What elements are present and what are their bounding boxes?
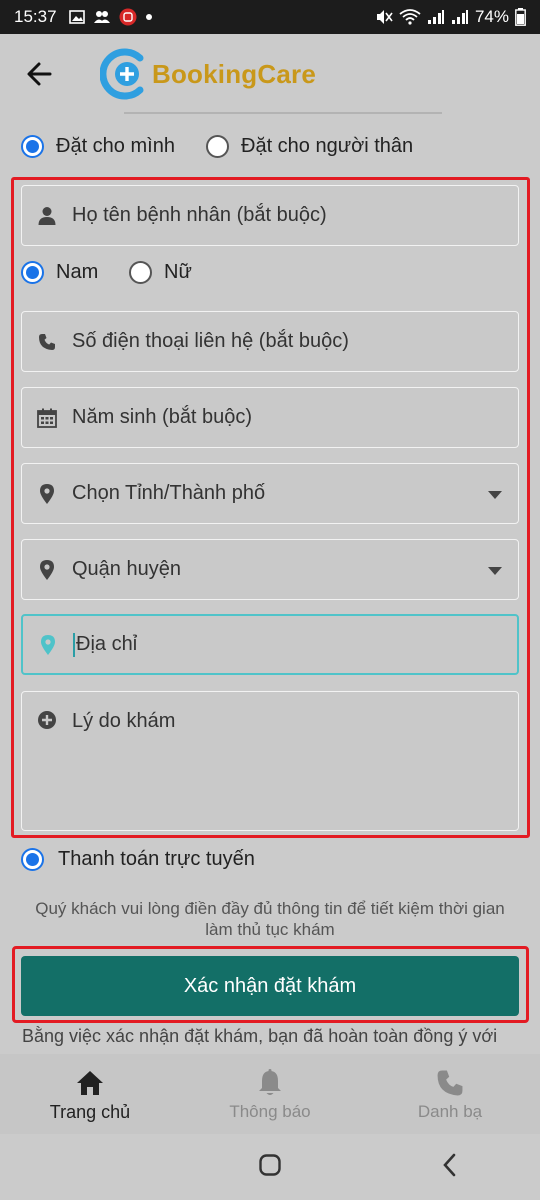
status-right: 74% <box>375 7 526 27</box>
chevron-left-icon <box>443 1153 456 1176</box>
back-button[interactable] <box>22 56 58 92</box>
signal-icon <box>427 10 444 24</box>
notification-icons <box>68 8 153 26</box>
gender-male-label: Nam <box>56 261 99 283</box>
gender-male-radio[interactable] <box>21 261 44 284</box>
home-icon <box>76 1066 104 1100</box>
birth-year-placeholder: Năm sinh (bắt buộc) <box>72 406 253 428</box>
app-header: BookingCare <box>0 34 540 114</box>
phone-icon <box>436 1066 464 1100</box>
tab-notifications-label: Thông báo <box>229 1102 311 1121</box>
app-logo: BookingCare <box>100 48 316 100</box>
province-label: Chọn Tỉnh/Thành phố <box>72 482 266 504</box>
tab-home-label: Trang chủ <box>49 1101 131 1122</box>
reason-placeholder: Lý do khám <box>72 710 176 732</box>
signal-2-icon <box>451 10 468 24</box>
phone-field[interactable]: Số điện thoại liên hệ (bắt buộc) <box>21 311 519 372</box>
payment-online-radio[interactable] <box>21 848 44 871</box>
reason-textarea[interactable]: Lý do khám <box>21 691 519 831</box>
recent-apps-button[interactable] <box>79 1154 101 1181</box>
district-select[interactable]: Quận huyện <box>21 539 519 600</box>
chevron-down-icon <box>488 567 502 575</box>
battery-percent: 74% <box>474 7 509 26</box>
mute-icon <box>376 10 393 24</box>
birth-year-field[interactable]: Năm sinh (bắt buộc) <box>21 387 519 448</box>
text-cursor <box>73 632 75 657</box>
gender-female-option[interactable]: Nữ <box>129 261 192 284</box>
battery-icon <box>515 8 526 26</box>
arrow-left-icon <box>27 62 52 86</box>
plus-circle-icon <box>36 710 58 730</box>
gallery-icon <box>68 10 85 24</box>
booking-form-screen: Đặt cho mình Đặt cho người thân Họ tên b… <box>0 114 540 1054</box>
gender-male-option[interactable]: Nam <box>21 261 98 284</box>
booking-for-relative-option[interactable]: Đặt cho người thân <box>206 135 413 158</box>
person-icon <box>36 206 58 226</box>
booking-for-self-option[interactable]: Đặt cho mình <box>21 135 175 158</box>
confirm-booking-button[interactable]: Xác nhận đặt khám <box>21 956 519 1016</box>
gender-female-label: Nữ <box>164 261 192 283</box>
status-time: 15:37 <box>14 7 57 26</box>
location-pin-icon <box>36 559 58 580</box>
district-label: Quận huyện <box>72 558 181 580</box>
bell-icon <box>257 1066 283 1100</box>
wifi-icon <box>399 9 421 25</box>
back-nav-button[interactable] <box>439 1153 461 1182</box>
terms-text: Bằng việc xác nhận đặt khám, bạn đã hoàn… <box>22 1026 498 1046</box>
location-pin-icon <box>36 483 58 504</box>
booking-for-relative-label: Đặt cho người thân <box>241 135 414 157</box>
home-nav-button[interactable] <box>258 1153 282 1182</box>
people-icon <box>93 11 110 23</box>
booking-for-self-radio[interactable] <box>21 135 44 158</box>
booking-for-relative-radio[interactable] <box>206 135 229 158</box>
phone-placeholder: Số điện thoại liên hệ (bắt buộc) <box>72 330 349 352</box>
booking-for-self-label: Đặt cho mình <box>56 135 175 157</box>
bottom-tab-bar: Trang chủ Thông báo Danh bạ <box>0 1054 540 1134</box>
phone-icon <box>36 333 58 351</box>
patient-name-placeholder: Họ tên bệnh nhân (bắt buộc) <box>72 204 327 226</box>
logo-text: BookingCare <box>152 58 317 89</box>
system-nav-bar <box>0 1134 540 1200</box>
recent-apps-icon <box>80 1156 98 1173</box>
app-badge-icon <box>119 8 137 26</box>
status-bar: 15:37 74% <box>0 0 540 34</box>
calendar-icon <box>36 408 58 428</box>
gender-female-radio[interactable] <box>129 261 152 284</box>
logo-mark-icon <box>100 48 144 100</box>
address-placeholder: Địa chỉ <box>76 633 138 655</box>
tab-notifications[interactable]: Thông báo <box>180 1054 360 1134</box>
home-circle-icon <box>259 1153 281 1176</box>
dot-icon <box>145 14 152 20</box>
patient-name-field[interactable]: Họ tên bệnh nhân (bắt buộc) <box>21 185 519 246</box>
location-pin-icon <box>37 634 59 655</box>
payment-online-option[interactable]: Thanh toán trực tuyến <box>21 848 255 871</box>
tab-contacts-label: Danh bạ <box>417 1102 483 1121</box>
payment-online-label: Thanh toán trực tuyến <box>58 848 255 870</box>
tab-home[interactable]: Trang chủ <box>0 1054 180 1134</box>
address-field[interactable]: Địa chỉ <box>21 614 519 675</box>
info-note: Quý khách vui lòng điền đầy đủ thông tin… <box>35 899 505 939</box>
tab-contacts[interactable]: Danh bạ <box>360 1054 540 1134</box>
province-select[interactable]: Chọn Tỉnh/Thành phố <box>21 463 519 524</box>
chevron-down-icon <box>488 491 502 499</box>
